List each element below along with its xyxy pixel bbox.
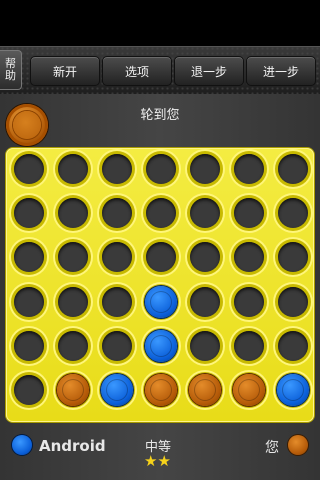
board-cell[interactable] bbox=[55, 283, 91, 320]
board-cell[interactable] bbox=[99, 372, 135, 408]
board-cell[interactable] bbox=[187, 327, 223, 364]
orange-piece bbox=[233, 374, 265, 406]
options-label: 选项 bbox=[124, 64, 149, 79]
blue-piece bbox=[101, 374, 133, 406]
player2-name: 您 bbox=[265, 440, 279, 456]
board-cell[interactable] bbox=[187, 239, 223, 276]
board-cell[interactable] bbox=[55, 327, 91, 364]
board-cell[interactable] bbox=[55, 239, 91, 276]
board-cell[interactable] bbox=[275, 151, 311, 187]
player2-disc bbox=[288, 435, 308, 455]
board-cell[interactable] bbox=[11, 195, 47, 232]
turn-indicator-text: 轮到您 bbox=[140, 108, 180, 123]
board-cell[interactable] bbox=[143, 239, 179, 276]
new-game-label: 新开 bbox=[52, 64, 77, 79]
board-cell[interactable] bbox=[55, 372, 91, 408]
status-bar bbox=[0, 0, 320, 46]
difficulty-stars: ★★ bbox=[144, 452, 171, 470]
board-cell[interactable] bbox=[143, 372, 179, 408]
board-cell[interactable] bbox=[231, 151, 267, 187]
board-cell[interactable] bbox=[231, 372, 267, 408]
new-game-button[interactable]: 新开 bbox=[30, 56, 100, 86]
board-cell[interactable] bbox=[187, 372, 223, 408]
board-cell[interactable] bbox=[275, 195, 311, 232]
redo-label: 进一步 bbox=[262, 64, 299, 79]
orange-piece bbox=[145, 374, 177, 406]
board-cell[interactable] bbox=[275, 283, 311, 320]
help-tab[interactable]: 帮助 bbox=[0, 50, 22, 90]
board-cell[interactable] bbox=[275, 372, 311, 408]
board-cell[interactable] bbox=[11, 372, 47, 408]
board-cell[interactable] bbox=[187, 151, 223, 187]
orange-piece bbox=[57, 374, 89, 406]
help-label: 帮助 bbox=[5, 57, 16, 82]
board-cell[interactable] bbox=[143, 283, 179, 320]
board-cell[interactable] bbox=[231, 195, 267, 232]
blue-piece bbox=[277, 374, 309, 406]
board-cell[interactable] bbox=[11, 283, 47, 320]
board-cell[interactable] bbox=[99, 151, 135, 187]
board-cell[interactable] bbox=[99, 327, 135, 364]
board-cell[interactable] bbox=[231, 283, 267, 320]
board-cell[interactable] bbox=[231, 327, 267, 364]
options-button[interactable]: 选项 bbox=[102, 56, 172, 86]
board-cell[interactable] bbox=[143, 151, 179, 187]
board-cell[interactable] bbox=[11, 239, 47, 276]
player1-name: Android bbox=[39, 437, 106, 455]
undo-label: 退一步 bbox=[190, 64, 227, 79]
board-cell[interactable] bbox=[143, 327, 179, 364]
board-cell[interactable] bbox=[231, 239, 267, 276]
board-cell[interactable] bbox=[99, 239, 135, 276]
board-cell[interactable] bbox=[187, 283, 223, 320]
board-cell[interactable] bbox=[99, 283, 135, 320]
board-cell[interactable] bbox=[11, 151, 47, 187]
board-cell[interactable] bbox=[187, 195, 223, 232]
blue-piece bbox=[145, 329, 177, 362]
player1-disc bbox=[12, 435, 32, 455]
board-cell[interactable] bbox=[55, 151, 91, 187]
orange-piece bbox=[189, 374, 221, 406]
board-cell[interactable] bbox=[11, 327, 47, 364]
board-cell[interactable] bbox=[55, 195, 91, 232]
board-cell[interactable] bbox=[99, 195, 135, 232]
undo-button[interactable]: 退一步 bbox=[174, 56, 244, 86]
game-board[interactable] bbox=[6, 148, 314, 422]
board-cell[interactable] bbox=[275, 239, 311, 276]
board-cell[interactable] bbox=[143, 195, 179, 232]
redo-button[interactable]: 进一步 bbox=[246, 56, 316, 86]
board-cell[interactable] bbox=[275, 327, 311, 364]
blue-piece bbox=[145, 285, 177, 318]
